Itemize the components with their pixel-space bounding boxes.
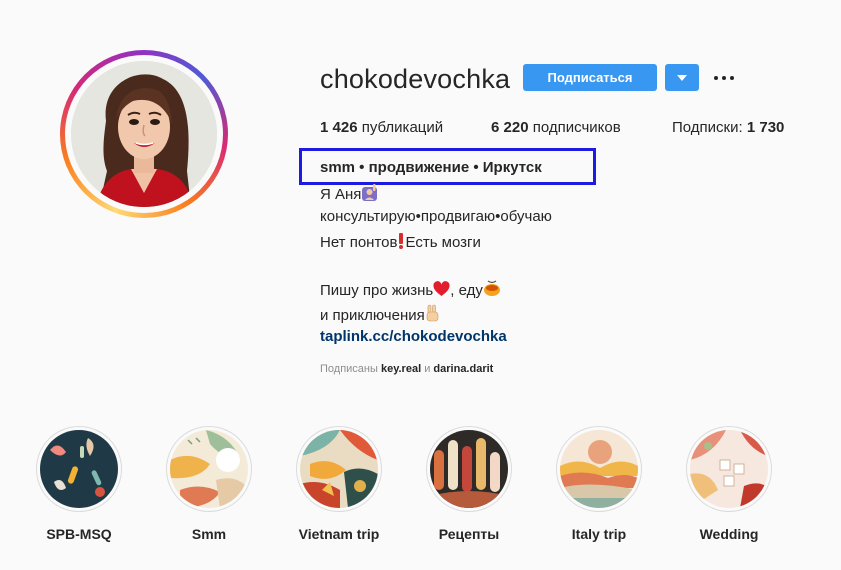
highlight-item[interactable]: Vietnam trip [291,426,387,542]
bio-line-2: консультирую•продвигаю•обучаю [320,208,552,225]
highlight-cover [170,430,248,508]
bio-text: Пишу про жизнь [320,282,434,299]
highlight-cover [430,430,508,508]
followers-count: 6 220 [491,119,529,136]
more-dot-icon [722,75,726,80]
more-options-button[interactable] [714,64,734,91]
posts-stat: 1 426 публикаций [320,119,443,136]
followed-by-prefix: Подписаны [320,363,378,375]
highlight-label: Smm [191,526,227,542]
highlight-label: Italy trip [571,526,627,542]
highlight-ring [296,426,382,512]
followed-by-text: Подписаны key.real и darina.darit [320,363,493,375]
chevron-down-icon [677,74,687,81]
highlight-ring [166,426,252,512]
more-dot-icon [730,75,734,80]
bio-text: Нет понтов [320,234,398,251]
highlight-label: Wedding [699,526,759,542]
posts-label: публикаций [361,119,444,136]
follow-button[interactable]: Подписаться [523,64,657,91]
highlight-item[interactable]: Italy trip [551,426,647,542]
posts-count: 1 426 [320,119,358,136]
highlight-item[interactable]: Smm [161,426,257,542]
highlight-item[interactable]: Wedding [681,426,777,542]
following-label: Подписки: [672,119,743,136]
highlight-cover [690,430,768,508]
bio-text: Есть мозги [405,234,481,251]
following-stat[interactable]: Подписки: 1 730 [672,119,784,136]
suggestions-dropdown-button[interactable] [665,64,699,91]
highlight-cover [300,430,378,508]
bio-line-4: Пишу про жизнь , еду [320,280,501,301]
avatar-illustration [71,61,217,207]
bio-text: Я Аня [320,186,362,203]
highlight-ring [426,426,512,512]
followed-by-joiner: и [424,363,431,375]
heart-icon [433,281,450,301]
highlight-item[interactable]: Рецепты [421,426,517,542]
avatar[interactable] [71,61,217,207]
bio-line-1: Я Аня [320,184,378,205]
woman-raising-hand-icon [361,184,378,205]
highlight-item[interactable]: SPB-MSQ [31,426,127,542]
bio-title: smm • продвижение • Иркутск [320,159,542,176]
following-count: 1 730 [746,119,785,136]
followed-by-user-link[interactable]: darina.darit [433,363,493,375]
highlight-label: Рецепты [438,526,500,542]
followed-by-user-link[interactable]: key.real [381,363,421,375]
highlight-cover [560,430,638,508]
bio-line-3: Нет понтов Есть мозги [320,232,481,253]
victory-hand-icon [425,304,440,326]
highlight-label: SPB-MSQ [46,526,112,542]
more-dot-icon [714,75,718,80]
food-bowl-icon [483,280,501,301]
profile-username: chokodevochka [320,64,511,94]
highlight-ring [686,426,772,512]
bio-text: , еду [450,282,483,299]
bio-text: и приключения [320,307,425,324]
highlight-ring [36,426,122,512]
highlight-cover [40,430,118,508]
followers-label: подписчиков [532,119,621,136]
highlight-label: Vietnam trip [298,526,380,542]
followers-stat[interactable]: 6 220 подписчиков [491,119,621,136]
profile-website-link[interactable]: taplink.cc/chokodevochka [320,328,507,345]
highlight-ring [556,426,642,512]
bio-line-5: и приключения [320,304,440,326]
